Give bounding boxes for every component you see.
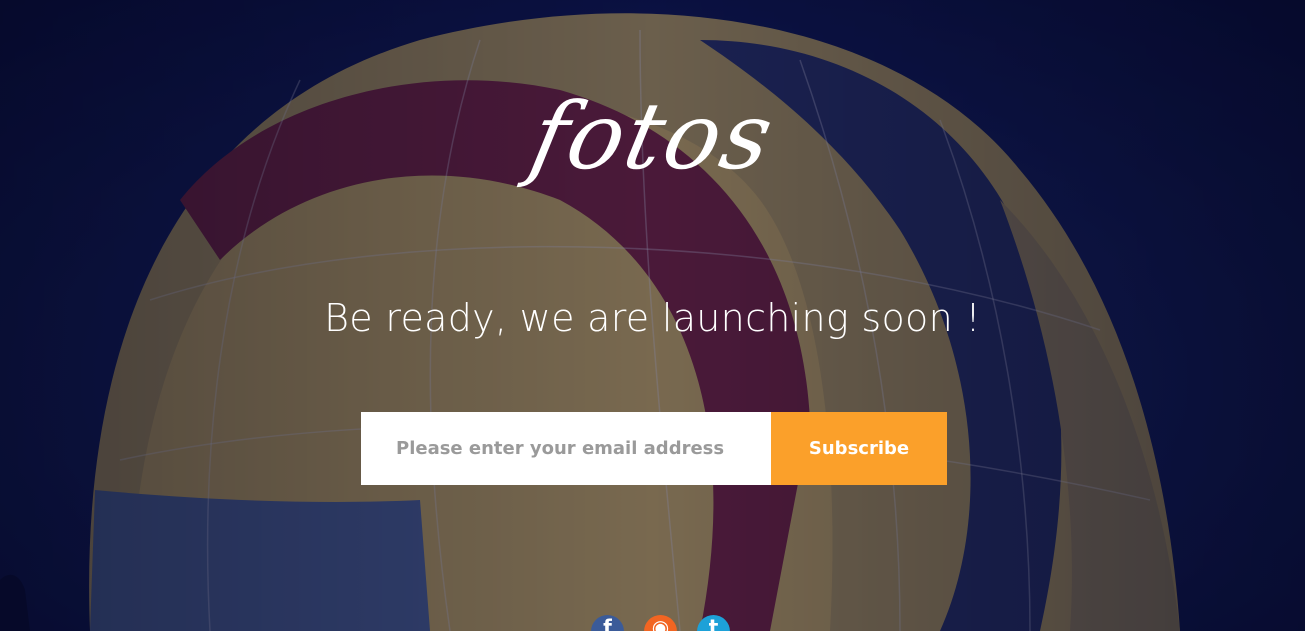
twitter-icon[interactable]: t [697, 615, 730, 631]
subscribe-button[interactable]: Subscribe [771, 412, 947, 485]
email-field[interactable] [361, 412, 771, 485]
subscribe-form: Subscribe [361, 412, 947, 485]
launch-headline: Be ready, we are launching soon ! [324, 296, 981, 340]
social-links: f ◉ t [591, 615, 730, 631]
site-logo: fotos [521, 83, 784, 190]
rss-icon[interactable]: ◉ [644, 615, 677, 631]
facebook-icon[interactable]: f [591, 615, 624, 631]
